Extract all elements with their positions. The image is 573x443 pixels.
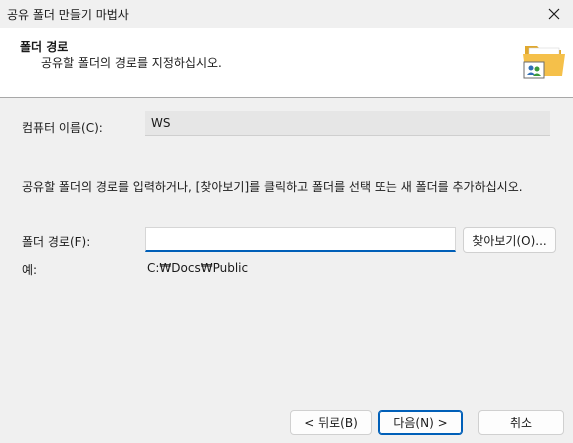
page-title: 폴더 경로 (20, 40, 69, 54)
computer-name-label: 컴퓨터 이름(C): (22, 121, 103, 135)
close-button[interactable] (535, 0, 573, 28)
wizard-header: 폴더 경로 공유할 폴더의 경로를 지정하십시오. (0, 28, 573, 98)
browse-button[interactable]: 찾아보기(O)... (463, 227, 556, 253)
title-bar: 공유 폴더 만들기 마법사 (0, 0, 573, 28)
close-icon (548, 8, 560, 20)
back-button[interactable]: < 뒤로(B) (290, 410, 372, 435)
computer-name-field: WS (145, 111, 550, 136)
instruction-text: 공유할 폴더의 경로를 입력하거나, [찾아보기]를 클릭하고 폴더를 선택 또… (22, 180, 523, 194)
example-label: 예: (22, 263, 38, 277)
cancel-button[interactable]: 취소 (478, 410, 564, 435)
page-subtitle: 공유할 폴더의 경로를 지정하십시오. (41, 56, 222, 70)
shared-folder-icon (523, 46, 565, 79)
folder-path-label: 폴더 경로(F): (22, 235, 91, 249)
next-button[interactable]: 다음(N) > (378, 410, 463, 435)
example-path: C:₩Docs₩Public (147, 261, 249, 275)
folder-path-input[interactable] (145, 227, 456, 252)
window-title: 공유 폴더 만들기 마법사 (7, 8, 129, 22)
